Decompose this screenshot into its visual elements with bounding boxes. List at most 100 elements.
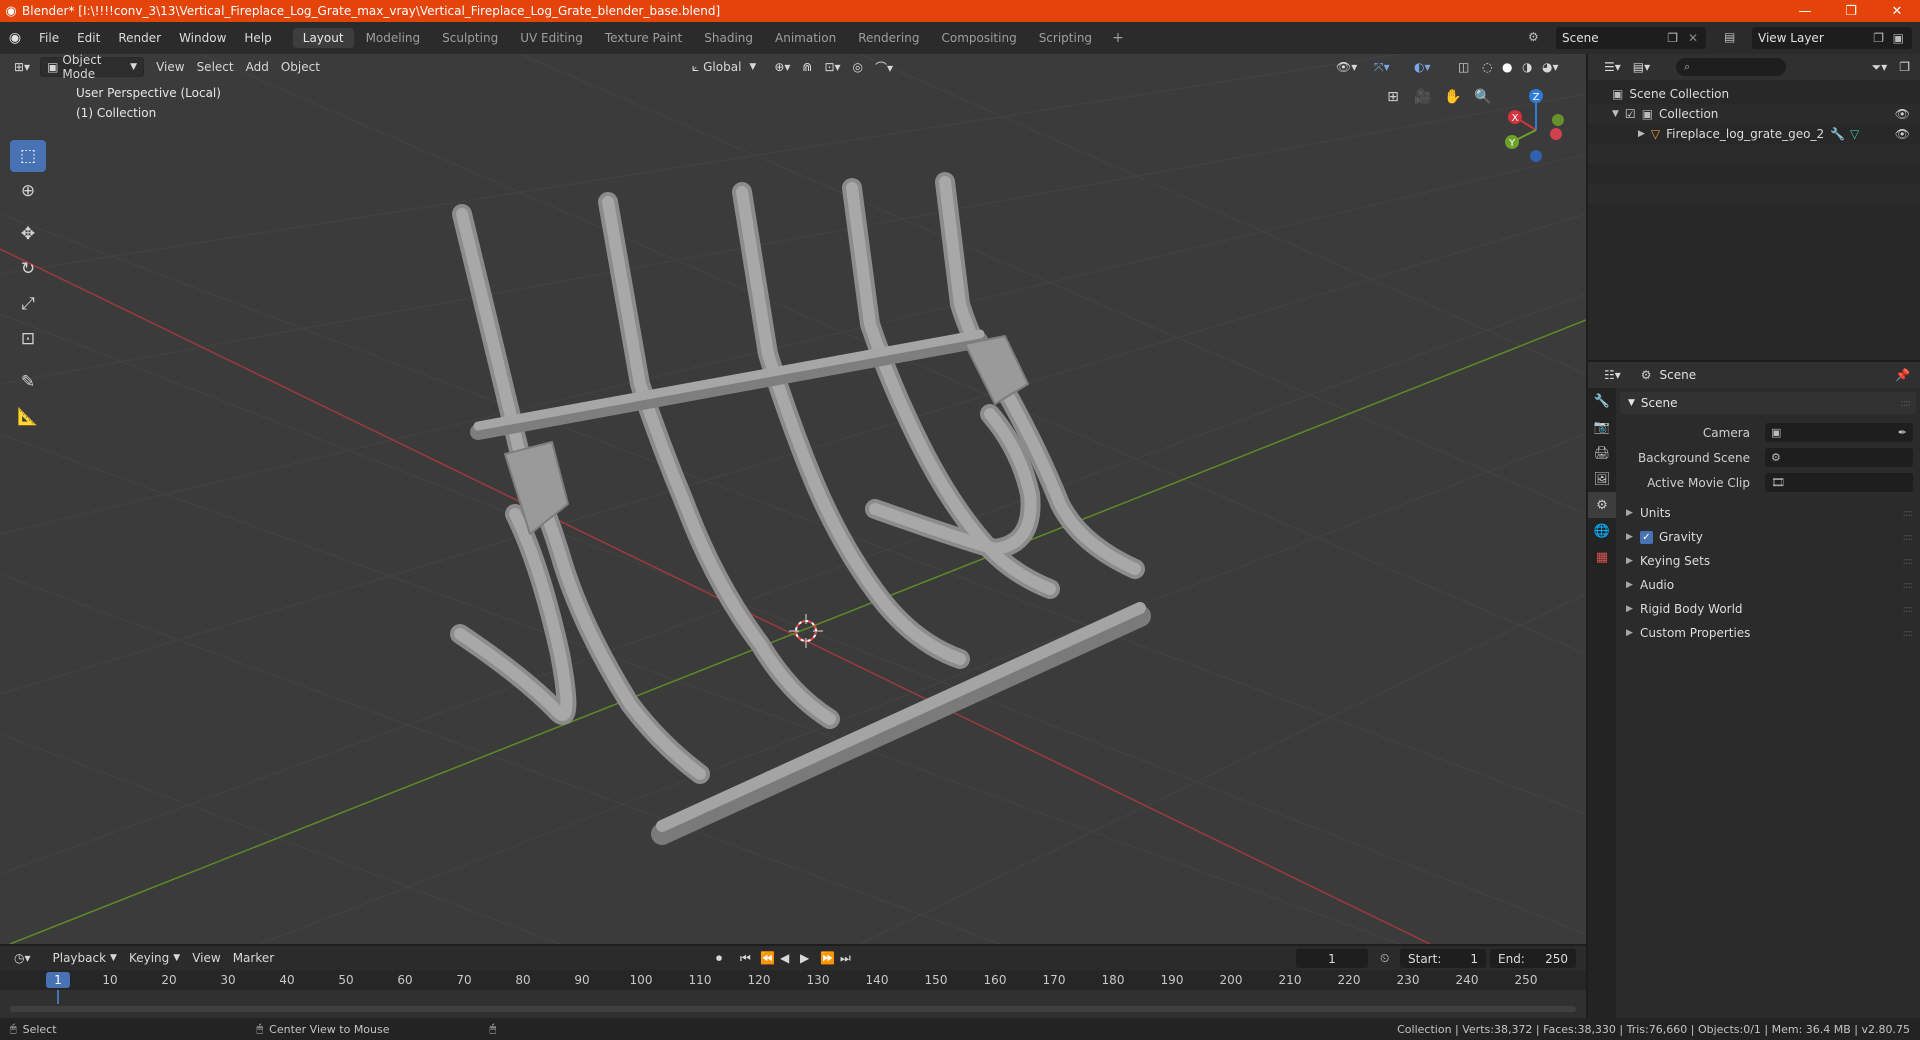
tab-layout[interactable]: Layout <box>292 28 354 48</box>
drag-handle-icon[interactable]: :::: <box>1903 508 1914 519</box>
transform-tool-icon[interactable]: ⊡ <box>10 323 46 355</box>
scene-panel-header[interactable]: ▼ Scene :::: <box>1620 392 1916 414</box>
keying-sets-panel[interactable]: ▶ Keying Sets :::: <box>1620 549 1916 573</box>
gravity-checkbox[interactable]: ✓ <box>1640 530 1653 544</box>
annotate-tool-icon[interactable]: ✎ <box>10 366 46 398</box>
maximize-button[interactable]: ❐ <box>1828 0 1874 22</box>
rigid-body-world-panel[interactable]: ▶ Rigid Body World :::: <box>1620 597 1916 621</box>
drag-handle-icon[interactable]: :::: <box>1903 604 1914 615</box>
remove-scene-icon[interactable]: ✕ <box>1688 31 1698 45</box>
playhead-current-frame[interactable]: 1 <box>46 972 70 988</box>
pan-hand-icon[interactable]: ✋ <box>1440 84 1466 110</box>
gravity-panel[interactable]: ▶ ✓ Gravity :::: <box>1620 525 1916 549</box>
drag-handle-icon[interactable]: :::: <box>1901 398 1912 409</box>
menu-render[interactable]: Render <box>109 22 170 54</box>
snap-icon[interactable]: ⋒ <box>796 57 818 77</box>
tab-shading[interactable]: Shading <box>694 28 763 48</box>
world-tab-icon[interactable]: 🌐 <box>1588 518 1616 544</box>
play-reverse-icon[interactable]: ◀ <box>774 948 795 968</box>
audio-panel[interactable]: ▶ Audio :::: <box>1620 573 1916 597</box>
tab-modeling[interactable]: Modeling <box>356 28 431 48</box>
gizmo-toggle-icon[interactable]: ⤧▾ <box>1368 57 1396 77</box>
snap-target-icon[interactable]: ⊡▾ <box>818 57 846 77</box>
pivot-point-icon[interactable]: ⊕▾ <box>768 57 796 77</box>
menu-add[interactable]: Add <box>240 57 275 77</box>
active-movie-clip-field[interactable]: 🎞 <box>1765 473 1913 492</box>
scene-browse-icon[interactable]: ⚙ <box>1528 30 1539 44</box>
tab-uv-editing[interactable]: UV Editing <box>510 28 593 48</box>
checkbox-icon[interactable]: ☑ <box>1625 107 1636 121</box>
transform-orientation-dropdown[interactable]: ⟀ Global ▼ <box>686 57 762 77</box>
texture-tab-icon[interactable]: ▦ <box>1588 544 1616 570</box>
selectability-icon[interactable]: 👁▾ <box>1330 57 1363 77</box>
properties-editor-type-icon[interactable]: ☷▾ <box>1598 365 1627 385</box>
timeline-editor-type-icon[interactable]: ◷▾ <box>8 948 37 968</box>
menu-file[interactable]: File <box>30 22 68 54</box>
display-mode-icon[interactable]: ▤▾ <box>1627 57 1656 77</box>
pin-icon[interactable]: 📌 <box>1895 368 1910 382</box>
mesh-data-icon[interactable]: ▽ <box>1850 127 1859 141</box>
expand-arrow-icon[interactable]: ▶ <box>1638 129 1645 139</box>
rotate-tool-icon[interactable]: ↻ <box>10 253 46 285</box>
filter-icon[interactable]: ⏷▾ <box>1866 57 1894 77</box>
menu-edit[interactable]: Edit <box>68 22 109 54</box>
menu-window[interactable]: Window <box>170 22 235 54</box>
eyedropper-icon[interactable]: ✒ <box>1898 426 1907 439</box>
proportional-editing-icon[interactable]: ◎ <box>847 57 869 77</box>
editor-type-icon[interactable]: ⊞▾ <box>8 57 36 77</box>
close-button[interactable]: ✕ <box>1874 0 1920 22</box>
outliner-row-object[interactable]: ▶ ▽ Fireplace_log_grate_geo_2 🔧 ▽ 👁 <box>1588 124 1920 144</box>
tab-animation[interactable]: Animation <box>765 28 846 48</box>
menu-timeline-view[interactable]: View <box>186 948 226 968</box>
move-tool-icon[interactable]: ✥ <box>10 218 46 250</box>
menu-playback[interactable]: Playback ▼ <box>47 948 123 968</box>
timeline-ruler[interactable]: 1 10 20 30 40 50 60 70 80 90 100 110 120… <box>0 970 1586 990</box>
outliner-row-scene-collection[interactable]: ▣ Scene Collection <box>1588 84 1920 104</box>
scene-selector[interactable]: Scene ❐ ✕ <box>1556 27 1706 49</box>
zoom-icon[interactable]: 🔍 <box>1470 84 1496 110</box>
outliner-search-input[interactable]: ⌕ <box>1676 58 1787 76</box>
rendered-shading-icon[interactable]: ◕▾ <box>1536 57 1565 77</box>
tab-texture-paint[interactable]: Texture Paint <box>595 28 692 48</box>
end-frame-field[interactable]: End: 250 <box>1490 949 1576 968</box>
copy-scene-icon[interactable]: ❐ <box>1667 31 1678 45</box>
camera-view-icon[interactable]: 🎥 <box>1410 84 1436 110</box>
tab-sculpting[interactable]: Sculpting <box>432 28 508 48</box>
view-layer-tab-icon[interactable]: 🖼 <box>1588 466 1616 492</box>
3d-cursor[interactable] <box>789 614 823 648</box>
xray-toggle-icon[interactable]: ◫ <box>1452 57 1475 77</box>
3d-viewport[interactable]: Z X Y ⊞▾ ▣ Object Mode ▼ View Select Add… <box>0 54 1586 944</box>
select-box-tool-icon[interactable]: ⬚ <box>10 140 46 172</box>
outliner-row-collection[interactable]: ▼ ☑ ▣ Collection 👁 <box>1588 104 1920 124</box>
render-tab-icon[interactable]: 📷 <box>1588 414 1616 440</box>
tab-rendering[interactable]: Rendering <box>848 28 929 48</box>
menu-marker[interactable]: Marker <box>227 948 280 968</box>
new-collection-icon[interactable]: ❐ <box>1893 57 1916 77</box>
measure-tool-icon[interactable]: 📐 <box>10 401 46 433</box>
menu-view[interactable]: View <box>150 57 190 77</box>
timeline-track[interactable] <box>0 990 1586 1018</box>
cursor-tool-icon[interactable]: ⊕ <box>10 175 46 207</box>
add-workspace-icon[interactable]: + <box>1104 30 1132 46</box>
toggle-grid-icon[interactable]: ⊞ <box>1380 84 1406 110</box>
outliner-editor-type-icon[interactable]: ☰▾ <box>1598 57 1627 77</box>
visibility-eye-icon[interactable]: 👁 <box>1895 107 1910 121</box>
camera-field[interactable]: ▣ ✒ <box>1765 423 1913 442</box>
view-layer-browse-icon[interactable]: ▤ <box>1724 30 1735 44</box>
tool-settings-tab-icon[interactable]: 🔧 <box>1588 388 1616 414</box>
drag-handle-icon[interactable]: :::: <box>1903 628 1914 639</box>
menu-object[interactable]: Object <box>275 57 326 77</box>
modifier-wrench-icon[interactable]: 🔧 <box>1830 127 1845 141</box>
drag-handle-icon[interactable]: :::: <box>1903 580 1914 591</box>
custom-properties-panel[interactable]: ▶ Custom Properties :::: <box>1620 621 1916 645</box>
drag-handle-icon[interactable]: :::: <box>1903 532 1914 543</box>
tab-compositing[interactable]: Compositing <box>931 28 1026 48</box>
start-frame-field[interactable]: Start: 1 <box>1400 949 1486 968</box>
menu-help[interactable]: Help <box>235 22 280 54</box>
visibility-eye-icon[interactable]: 👁 <box>1895 127 1910 141</box>
background-scene-field[interactable]: ⚙ <box>1765 448 1913 467</box>
record-icon[interactable]: ⏺ <box>710 948 728 968</box>
output-tab-icon[interactable]: 🖨 <box>1588 440 1616 466</box>
view-layer-selector[interactable]: View Layer ❐ ▣ <box>1752 27 1912 49</box>
blender-menu-icon[interactable]: ◉ <box>0 30 30 46</box>
